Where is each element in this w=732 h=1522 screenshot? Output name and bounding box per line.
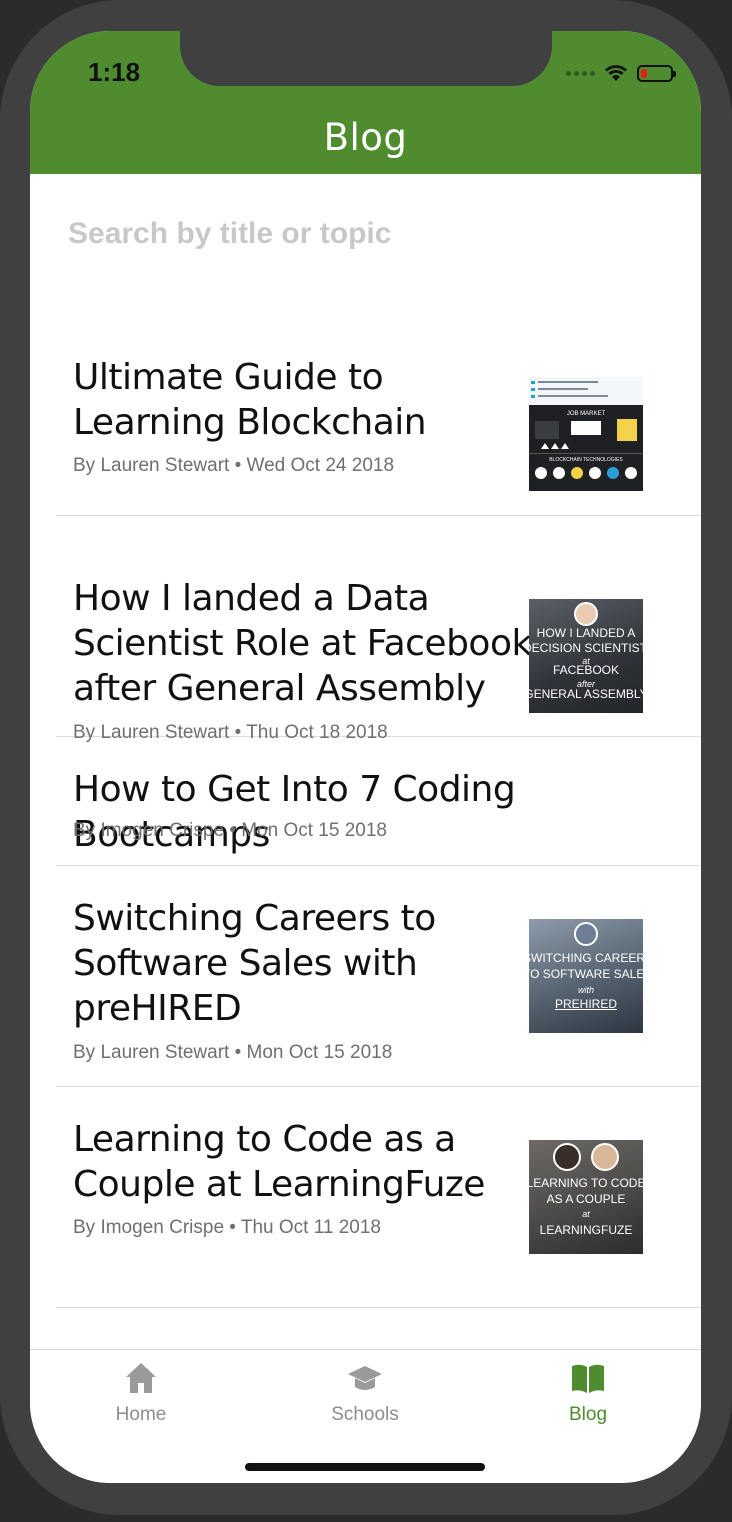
post-meta: By Imogen Crispe • Mon Oct 15 2018 [73,820,387,841]
home-icon [126,1363,156,1393]
device-frame: 1:18 Blog Search by title or topic Ultim… [0,0,732,1522]
tab-schools[interactable]: Schools [295,1360,435,1430]
tab-label: Schools [331,1404,399,1425]
device-notch [180,31,552,86]
post-title: Ultimate Guide to Learning Blockchain [73,357,427,443]
post-title: How to Get Into 7 Coding Bootcamps [73,769,516,855]
tab-label: Blog [568,1404,608,1425]
tab-home[interactable]: Home [71,1360,211,1430]
wifi-icon [605,65,627,81]
post-meta: By Imogen Crispe • Thu Oct 11 2018 [73,1217,381,1238]
status-icons [566,61,676,85]
battery-icon [637,64,676,82]
open-book-icon [572,1364,604,1393]
page-title: Blog [323,116,408,159]
infographic-image: JOB MARKET BLOCKCHAIN TECHNOLOGIES [529,377,643,491]
blog-post-item[interactable]: How I landed a Data Scientist Role at Fa… [56,516,701,743]
post-meta: By Lauren Stewart • Mon Oct 15 2018 [73,1042,393,1063]
device-bezel: 1:18 Blog Search by title or topic Ultim… [0,0,732,1515]
status-time: 1:18 [88,57,141,87]
bottom-tab-bar: Home Schools Blog [30,1349,701,1483]
post-thumbnail: JOB MARKET BLOCKCHAIN TECHNOLOGIES [529,377,643,491]
blog-post-item[interactable]: Ultimate Guide to Learning Blockchain By… [56,271,701,516]
cellular-signal-icon [566,70,595,76]
svg-text:BLOCKCHAIN TECHNOLOGIES: BLOCKCHAIN TECHNOLOGIES [549,457,623,463]
post-title: How I landed a Data Scientist Role at Fa… [73,578,532,709]
post-title: Switching Careers to Software Sales with… [73,898,436,1029]
author-avatar [591,1143,619,1171]
blog-feed[interactable]: Ultimate Guide to Learning Blockchain By… [30,271,701,1351]
post-meta: By Lauren Stewart • Wed Oct 24 2018 [73,455,395,476]
app-screen: 1:18 Blog Search by title or topic Ultim… [30,31,701,1483]
search-input[interactable] [68,211,658,257]
svg-text:JOB MARKET: JOB MARKET [567,411,606,417]
app-header: 1:18 Blog [30,31,701,174]
post-thumbnail: HOW I LANDED A DECISION SCIENTIST ROLE a… [529,599,643,713]
graduation-cap-icon [348,1366,382,1390]
post-thumbnail: SWITCHING CAREERS TO SOFTWARE SALES with… [529,919,643,1033]
blog-post-item[interactable]: Learning to Code as a Couple at Learning… [56,1087,701,1308]
post-thumbnail: LEARNING TO CODE AS A COUPLE at LEARNING… [529,1140,643,1254]
tab-blog[interactable]: Blog [518,1360,658,1430]
blog-post-item[interactable]: How to Get Into 7 Coding Bootcamps By Im… [56,737,701,866]
blog-post-item[interactable]: Switching Careers to Software Sales with… [56,866,701,1087]
author-avatar [574,922,598,946]
author-avatar [553,1143,581,1171]
author-avatar [574,602,598,626]
home-indicator [245,1463,485,1471]
post-title: Learning to Code as a Couple at Learning… [73,1119,485,1205]
tab-label: Home [115,1404,167,1425]
